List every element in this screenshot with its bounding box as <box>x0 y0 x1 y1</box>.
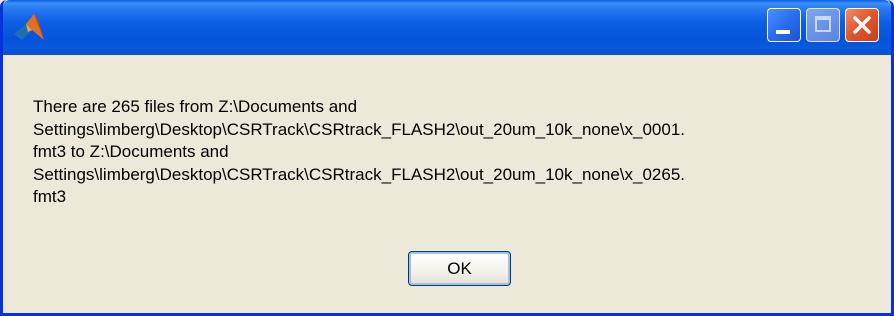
minimize-icon <box>776 30 790 34</box>
close-icon <box>853 16 871 34</box>
maximize-button[interactable] <box>806 8 840 42</box>
dialog-message: There are 265 files from Z:\Documents an… <box>33 97 686 206</box>
ok-button[interactable]: OK <box>408 251 511 286</box>
close-button[interactable] <box>845 8 879 42</box>
maximize-icon <box>815 16 831 32</box>
title-bar[interactable] <box>3 0 891 55</box>
minimize-button[interactable] <box>767 8 801 42</box>
dialog-window: There are 265 files from Z:\Documents an… <box>0 0 894 316</box>
matlab-logo-icon <box>14 14 44 40</box>
